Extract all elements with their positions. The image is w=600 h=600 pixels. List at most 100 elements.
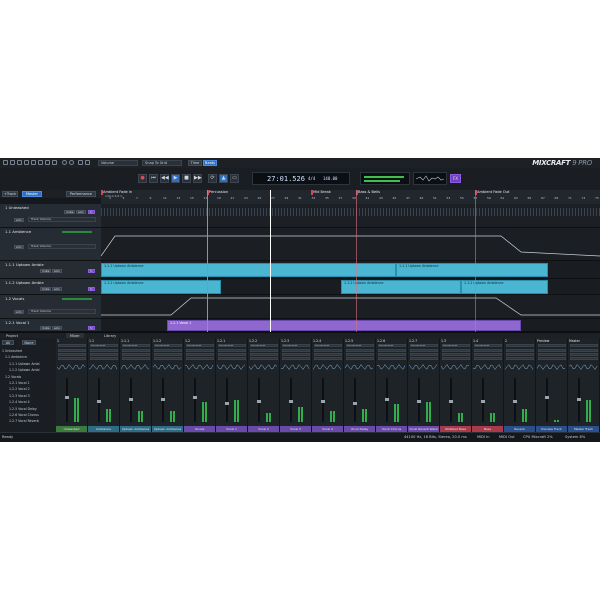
effect-slot[interactable] [442,357,470,360]
input-slot-dropdown[interactable]: Microphone [346,344,374,347]
volume-fader[interactable] [353,378,356,422]
arrangement-area[interactable]: 1.1.1 Uptown Ambience 1.1.1 Uptown Ambie… [101,204,600,332]
snap-dropdown[interactable]: Snap To Grid [142,160,182,166]
effect-slot[interactable] [218,353,246,356]
input-slot-dropdown[interactable] [506,344,534,347]
time-button[interactable]: Time [188,160,202,166]
status-midi-in[interactable]: MIDI In [477,435,489,439]
project-tree-item[interactable]: 1.2.4 Vocal 4 [9,400,30,404]
project-tree-item[interactable]: 1.2.1 Vocal 1 [9,381,30,385]
effect-slot[interactable] [538,357,566,360]
project-tree-item[interactable]: 1.1.2 Uptown Ambi [9,368,40,372]
loop-icon[interactable]: ⟳ [208,174,217,183]
solo-button[interactable]: solo [52,269,62,273]
project-tree-item[interactable]: 1.2.6 Vocal Chorus [9,413,39,417]
zoom-out-icon[interactable] [69,160,74,165]
performance-button[interactable]: Performance [66,191,96,197]
fader-handle[interactable] [192,395,197,399]
effect-slot[interactable] [90,349,118,352]
project-tree-item[interactable]: 1.2.2 Vocal 2 [9,387,30,391]
input-slot-dropdown[interactable]: Microphone [282,344,310,347]
effect-slot[interactable] [218,357,246,360]
fader-handle[interactable] [352,402,357,406]
fader-handle[interactable] [224,402,229,406]
effect-slot[interactable] [506,353,534,356]
arm-button[interactable]: arm [14,310,24,314]
effect-slot[interactable] [282,349,310,352]
timeline-ruler[interactable]: Ambient Fade in Percussion Mid Break Bas… [101,190,600,205]
solo-button[interactable]: solo [52,326,62,330]
track-header-ambience[interactable]: 1.1 Ambience arm Track Volume [0,228,101,261]
playhead[interactable] [270,190,271,332]
fader-handle[interactable] [160,397,165,401]
project-tree-item[interactable]: 1.1 Ambience [5,355,27,359]
marker-percussion[interactable]: Percussion [207,190,228,195]
effect-slot[interactable] [186,353,214,356]
automation-lane-dropdown[interactable]: Track Volume [28,309,96,314]
stop-icon[interactable]: ■ [182,174,191,183]
fader-handle[interactable] [128,397,133,401]
solo-button[interactable]: solo [52,287,62,291]
master-button[interactable]: Master [22,191,42,197]
open-folder-icon[interactable] [10,160,15,165]
automation-dropdown[interactable]: Volume [98,160,138,166]
project-tree-item[interactable]: 1.2 Vocals [5,375,21,379]
fader-handle[interactable] [480,400,485,403]
input-slot-dropdown[interactable]: Microphone [186,344,214,347]
effect-slot[interactable] [378,349,406,352]
effect-slot[interactable] [90,357,118,360]
track-name[interactable]: 1.1.2 Uptown Ambie [5,280,44,285]
track-name[interactable]: 1.2 Vocals [5,296,24,301]
effect-slot[interactable] [378,357,406,360]
effect-slot[interactable] [474,357,502,360]
cursor-tool-icon[interactable] [78,160,83,165]
effect-slot[interactable] [186,349,214,352]
fx-button[interactable]: fx [88,269,95,273]
effect-slot[interactable] [122,353,150,356]
volume-fader[interactable] [545,378,548,422]
input-slot-dropdown[interactable] [538,344,566,347]
fader-handle[interactable] [544,395,549,399]
effect-slot[interactable] [474,353,502,356]
track-header-uptown-ambience-1[interactable]: 1.1.1 Uptown Ambie mute solo fx [0,261,101,279]
volume-fader[interactable] [193,378,196,422]
input-slot-dropdown[interactable]: Microphone [474,344,502,347]
track-header-vocals[interactable]: 1.2 Vocals arm Track Volume [0,295,101,319]
cut-icon[interactable] [38,160,43,165]
effect-slot[interactable] [346,353,374,356]
select-all-button[interactable]: All [2,340,14,345]
effect-slot[interactable] [186,357,214,360]
rewind-icon[interactable]: ◀◀ [160,174,169,183]
fader-handle[interactable] [384,397,389,401]
track-name[interactable]: 1.1.1 Uptown Ambie [5,262,44,267]
track-header-vocal-1[interactable]: 1.2.1 Vocal 1 mute solo fx [0,319,101,332]
zoom-in-icon[interactable] [62,160,67,165]
effect-slot[interactable] [570,357,598,360]
effect-slot[interactable] [250,357,278,360]
marker-mid-break[interactable]: Mid Break [311,190,331,195]
save-icon[interactable] [17,160,22,165]
audio-clip[interactable]: 1.1.2 Uptown Ambience [101,280,221,294]
new-file-icon[interactable] [3,160,8,165]
effect-slot[interactable] [250,353,278,356]
marker-bass-bells[interactable]: Bass & Bells [356,190,380,195]
input-slot-dropdown[interactable] [570,344,598,347]
undo-icon[interactable] [24,160,29,165]
effect-slot[interactable] [474,349,502,352]
copy-icon[interactable] [45,160,50,165]
solo-button[interactable]: solo [76,210,86,214]
effect-slot[interactable] [250,349,278,352]
effect-slot[interactable] [506,357,534,360]
fader-handle[interactable] [416,400,421,403]
effect-slot[interactable] [90,353,118,356]
effect-slot[interactable] [122,349,150,352]
effect-slot[interactable] [154,349,182,352]
effect-slot[interactable] [314,349,342,352]
volume-fader[interactable] [65,378,68,422]
effect-slot[interactable] [410,357,438,360]
arm-button[interactable]: arm [14,245,24,249]
input-slot-dropdown[interactable]: Microphone [218,344,246,347]
fx-button[interactable]: FX [450,174,461,183]
project-tree-item[interactable]: 1.1.1 Uptown Ambi [9,362,40,366]
effect-slot[interactable] [506,349,534,352]
